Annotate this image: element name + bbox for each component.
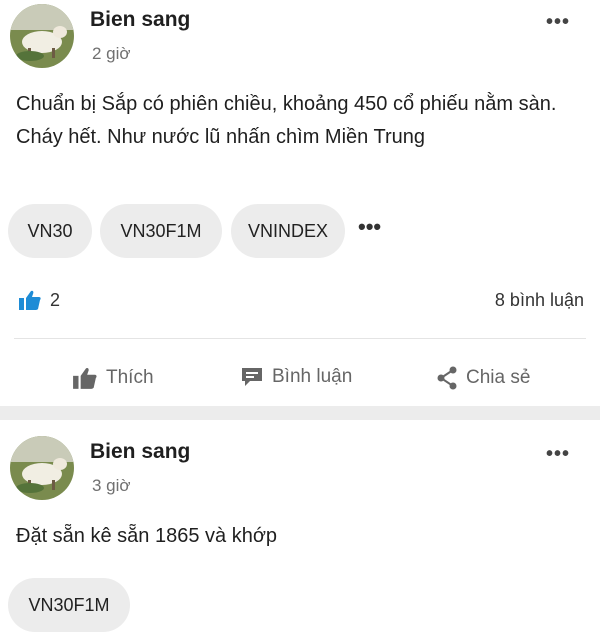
comment-icon [242,368,262,386]
tag-chip[interactable]: VN30F1M [100,204,222,258]
sheep-avatar-image [10,436,74,500]
sheep-avatar-image [10,4,74,68]
post-card: Bien sang 2 giờ ••• Chuẩn bị Sắp có phiê… [0,0,600,406]
post-card: Bien sang 3 giờ ••• Đặt sẵn kê sẵn 1865 … [0,420,600,632]
tag-chip[interactable]: VN30F1M [8,578,130,632]
post-separator [0,406,600,420]
comment-count[interactable]: 8 bình luận [495,290,584,311]
like-count[interactable]: 2 [50,290,60,311]
tag-chip[interactable]: VNINDEX [231,204,345,258]
more-options-icon[interactable]: ••• [546,444,570,464]
share-button[interactable]: Chia sẻ [436,366,530,390]
like-reaction-icon [18,289,42,311]
author-name[interactable]: Bien sang [90,440,190,464]
share-icon [437,366,457,390]
share-label: Chia sẻ [466,367,531,388]
post-content: Đặt sẵn kê sẵn 1865 và khớp [16,525,278,547]
post-time: 2 giờ [92,44,131,63]
comment-label: Bình luận [272,366,353,387]
more-options-icon[interactable]: ••• [546,12,570,32]
comment-button[interactable]: Bình luận [240,366,352,388]
post-time: 3 giờ [92,476,131,495]
avatar[interactable] [10,4,74,68]
tag-chip[interactable]: VN30 [8,204,92,258]
more-tags-icon[interactable]: ••• [358,214,381,240]
post-content: Chuẩn bị Sắp có phiên chiều, khoảng 450 … [16,93,557,148]
author-name[interactable]: Bien sang [90,8,190,32]
thumbs-up-icon [73,367,97,389]
avatar[interactable] [10,436,74,500]
divider [14,338,586,339]
like-button[interactable]: Thích [72,366,154,390]
like-label: Thích [106,367,154,388]
